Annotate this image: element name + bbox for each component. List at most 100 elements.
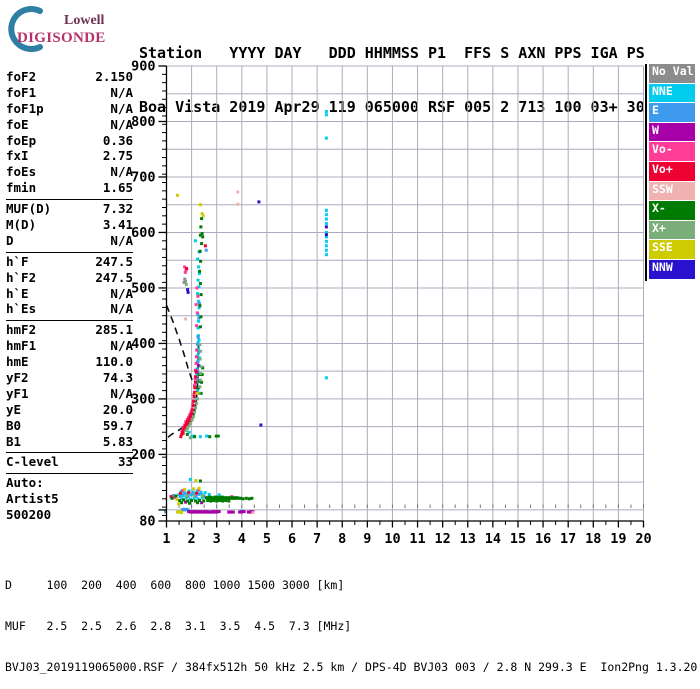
echo-dot [178, 510, 183, 514]
echo-dot [210, 496, 215, 500]
echo-dot [230, 496, 235, 500]
echo-dot [181, 431, 185, 435]
echo-dot [194, 406, 198, 410]
param-label: D [6, 232, 14, 248]
footer-info-row: BVJ03_2019119065000.RSF / 384fx512h 50 k… [5, 660, 698, 675]
echo-dot [172, 494, 175, 497]
echo-dot [210, 510, 216, 514]
echo-dot [197, 272, 201, 275]
echo-dot [216, 496, 221, 500]
echo-dot [185, 423, 189, 426]
echo-dot [324, 248, 328, 252]
param-row: yF2 74.3 [6, 370, 133, 386]
param-label: h`F2 [6, 269, 37, 285]
echo-dot [195, 343, 199, 346]
echo-dot [199, 293, 203, 297]
echo-dot [182, 507, 186, 511]
param-row: foF1 N/A [6, 85, 133, 101]
echo-dot [197, 386, 201, 390]
echo-dot [181, 425, 185, 429]
scaled-parameters-panel: foF2 2.150 foF1 N/A foF1p N/A foE N/A foEp 0.36 fx… [6, 69, 133, 523]
echo-dot [194, 380, 198, 384]
echo-dot [197, 316, 201, 320]
echo-dot [324, 136, 328, 140]
echo-dot [324, 239, 328, 243]
echo-dot [184, 421, 188, 425]
legend-separator [645, 64, 647, 281]
echo-dot [182, 428, 186, 432]
echo-dot [188, 477, 192, 481]
param-row: h`Es N/A [6, 301, 133, 317]
echo-dot [193, 494, 197, 498]
echo-dot [185, 267, 189, 270]
echo-dot [190, 418, 194, 422]
echo-dot [227, 496, 232, 500]
param-value: N/A [110, 116, 133, 132]
echo-dot [195, 324, 199, 328]
echo-dot [190, 411, 194, 415]
artist-trace-lines [165, 304, 200, 438]
param-label: hmE [6, 354, 29, 370]
echo-dot [198, 385, 202, 389]
legend-item-x-: X+ [649, 220, 695, 240]
echo-dot [196, 278, 200, 282]
echo-dot [324, 222, 328, 226]
echo-dot [198, 269, 202, 273]
echo-dot [194, 479, 198, 482]
param-value: N/A [110, 301, 133, 317]
echo-dot [178, 499, 182, 502]
echo-dot [241, 497, 245, 501]
y-axis-tick-label: 500 [131, 280, 155, 296]
echo-dot [201, 493, 205, 497]
echo-dot [196, 334, 200, 338]
echo-dot [195, 374, 199, 378]
param-label: MUF(D) [6, 201, 52, 217]
echo-dot [196, 299, 200, 303]
param-row: fxI 2.75 [6, 148, 133, 164]
autoscaling-info-line: 500200 [6, 507, 52, 523]
x-axis-tick-label: 15 [510, 531, 526, 547]
echo-dot [193, 435, 197, 439]
legend-item-nnw: NNW [649, 259, 695, 279]
param-value: 247.5 [95, 253, 133, 269]
echo-dot [180, 508, 184, 512]
echo-dot [190, 492, 194, 496]
echo-dot [185, 432, 189, 436]
echo-dot [183, 423, 187, 427]
echo-dot [193, 390, 197, 394]
logo-text-lowell: Lowell [64, 13, 105, 28]
echo-dot [179, 435, 183, 439]
echo-dot [225, 496, 230, 500]
param-value: 5.83 [102, 433, 133, 449]
echo-dot [179, 491, 183, 495]
echo-dot [189, 493, 193, 497]
param-row: h`E N/A [6, 286, 133, 302]
echo-dot [200, 501, 204, 505]
echo-dot [209, 496, 214, 500]
echo-dot [180, 429, 184, 433]
param-row: C-level 33 [6, 454, 133, 470]
echo-dot [213, 510, 219, 514]
echo-dot [195, 377, 199, 381]
echo-dot [190, 408, 194, 412]
echo-dot [196, 497, 200, 501]
footer-muf-row: MUF 2.5 2.5 2.6 2.8 3.1 3.5 4.5 7.3 [MHz… [5, 618, 352, 633]
echo-dot [180, 430, 184, 434]
param-row: fmin 1.65 [6, 180, 133, 196]
echo-dot [194, 361, 198, 365]
echo-dot [184, 268, 188, 272]
legend-item-e: E [649, 103, 695, 122]
echo-dot [199, 225, 203, 229]
echo-dot [185, 492, 189, 496]
x-axis-tick-label: 14 [485, 531, 501, 547]
echo-dot [231, 496, 236, 500]
echo-dot [193, 510, 199, 514]
echo-dot [206, 496, 211, 500]
param-value: 59.7 [102, 417, 133, 433]
echo-dot [198, 356, 202, 360]
plot-axes [158, 65, 645, 528]
echo-dot [183, 427, 187, 431]
echo-dot [221, 499, 225, 503]
echo-dot [201, 235, 205, 239]
echo-dot [194, 499, 198, 503]
